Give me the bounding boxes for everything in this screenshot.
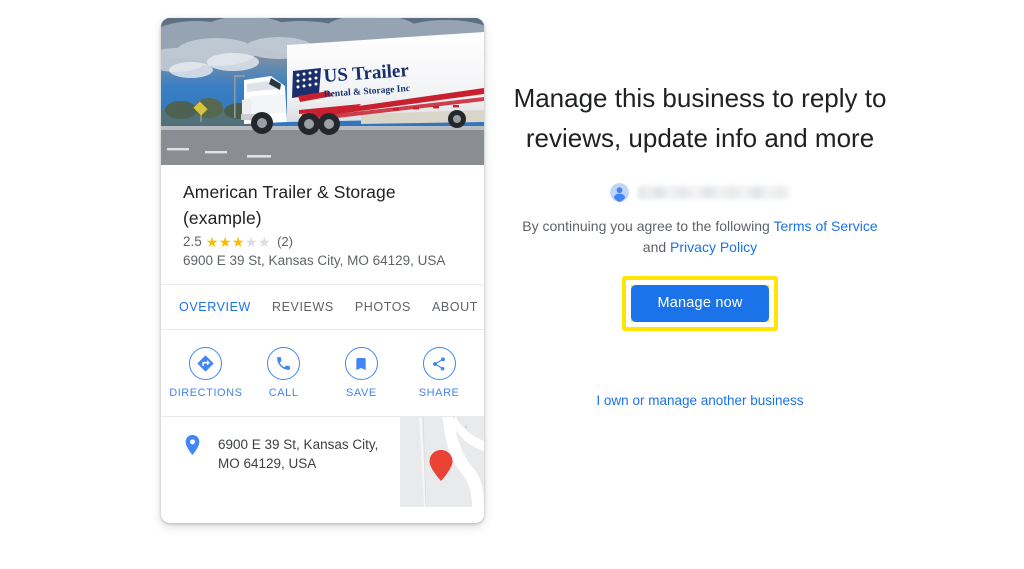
address-row-left: 6900 E 39 St, Kansas City, MO 64129, USA <box>161 417 400 507</box>
star-empty-4: ★ <box>244 233 259 250</box>
star-filled-3: ★ <box>231 233 245 250</box>
star-filled-2: ★ <box>218 233 232 250</box>
card-tabs: OVERVIEW REVIEWS PHOTOS ABOUT <box>161 285 484 329</box>
share-icon <box>422 347 456 380</box>
manage-now-button[interactable]: Manage now <box>631 285 769 322</box>
own-or-manage-another-business-link[interactable]: I own or manage another business <box>596 393 803 408</box>
terms-prefix: By continuing you agree to the following <box>522 218 774 234</box>
star-empty-5: ★ <box>258 233 272 250</box>
action-share-label: SHARE <box>418 387 460 399</box>
business-info: American Trailer & Storage (example) 2.5… <box>161 165 484 284</box>
account-avatar-icon <box>610 182 629 202</box>
account-email-redacted <box>638 185 790 199</box>
action-call[interactable]: CALL <box>245 347 323 399</box>
business-name: American Trailer & Storage (example) <box>183 182 396 228</box>
business-address: 6900 E 39 St, Kansas City, MO 64129, USA <box>183 253 446 268</box>
tab-photos[interactable]: PHOTOS <box>355 300 411 314</box>
highlight-annotation: Manage now <box>622 276 778 331</box>
card-actions: DIRECTIONS CALL SAVE SHARE <box>161 330 484 416</box>
action-save[interactable]: SAVE <box>323 347 401 399</box>
privacy-policy-link[interactable]: Privacy Policy <box>670 239 757 255</box>
manage-panel: Manage this business to reply to reviews… <box>510 78 890 410</box>
review-count: (2) <box>277 234 293 249</box>
action-call-label: CALL <box>268 387 299 399</box>
tab-about[interactable]: ABOUT <box>432 300 478 314</box>
star-rating: ★ ★ ★ ★ ★ <box>206 235 271 249</box>
terms-notice: By continuing you agree to the following… <box>510 216 890 258</box>
highlight-inner-ring: Manage now <box>626 280 774 327</box>
rating-value: 2.5 <box>183 234 202 249</box>
map-thumbnail[interactable] <box>400 417 484 507</box>
account-chip[interactable] <box>510 180 890 204</box>
bookmark-icon <box>344 347 378 380</box>
business-card: US Trailer Rental & Storage Inc American… <box>161 18 484 523</box>
star-filled-1: ★ <box>205 233 219 250</box>
location-pin-icon <box>185 435 200 455</box>
tab-reviews[interactable]: REVIEWS <box>272 300 334 314</box>
manage-button-area: Manage now <box>510 276 890 331</box>
business-photo: US Trailer Rental & Storage Inc <box>161 18 484 165</box>
address-row[interactable]: 6900 E 39 St, Kansas City, MO 64129, USA <box>161 417 484 507</box>
action-share[interactable]: SHARE <box>400 347 478 399</box>
address-row-text: 6900 E 39 St, Kansas City, MO 64129, USA <box>218 437 379 471</box>
rating-row: 2.5 ★ ★ ★ ★ ★ (2) <box>183 234 462 249</box>
action-save-label: SAVE <box>346 387 377 399</box>
action-directions-label: DIRECTIONS <box>169 387 243 399</box>
page-root: US Trailer Rental & Storage Inc American… <box>0 0 1024 569</box>
terms-of-service-link[interactable]: Terms of Service <box>773 218 877 234</box>
directions-icon <box>189 347 223 380</box>
tab-overview[interactable]: OVERVIEW <box>179 300 251 314</box>
action-directions[interactable]: DIRECTIONS <box>167 347 245 399</box>
phone-icon <box>267 347 301 380</box>
manage-title: Manage this business to reply to reviews… <box>513 83 887 153</box>
terms-middle: and <box>642 239 671 255</box>
